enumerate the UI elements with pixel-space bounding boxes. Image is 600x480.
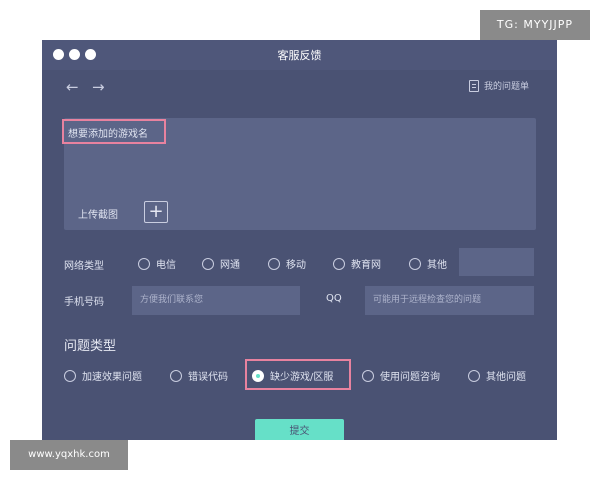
radio-icon (170, 369, 182, 382)
radio-icon (202, 257, 214, 270)
radio-selected-icon (252, 369, 264, 382)
issue-option-error-code[interactable]: 错误代码 (170, 368, 228, 383)
radio-icon (333, 257, 345, 270)
add-screenshot-button[interactable]: + (144, 201, 168, 223)
title-bar: 客服反馈 (42, 40, 557, 70)
my-issues-label: 我的问题单 (483, 82, 529, 92)
qq-label: QQ (326, 293, 342, 304)
phone-label: 手机号码 (64, 297, 104, 308)
issue-type-heading: 问题类型 (64, 339, 117, 354)
radio-icon (468, 369, 480, 382)
phone-input[interactable]: 方便我们联系您 (132, 286, 300, 315)
forward-arrow-icon[interactable]: → (92, 78, 105, 96)
network-option-education[interactable]: 教育网 (333, 256, 381, 271)
issue-option-usage[interactable]: 使用问题咨询 (362, 368, 440, 383)
radio-icon (362, 369, 374, 382)
network-option-other[interactable]: 其他 (409, 256, 447, 271)
network-option-mobile[interactable]: 移动 (268, 256, 306, 271)
network-type-label: 网络类型 (64, 261, 104, 272)
issue-option-other[interactable]: 其他问题 (468, 368, 526, 383)
network-option-telecom[interactable]: 电信 (138, 256, 176, 271)
radio-icon (64, 369, 76, 382)
radio-icon (409, 257, 421, 270)
watermark-top: TG: MYYJJPP (480, 10, 590, 40)
network-option-netcom[interactable]: 网通 (202, 256, 240, 271)
network-other-input[interactable] (459, 248, 534, 276)
watermark-bottom: www.yqxhk.com (10, 440, 128, 470)
feedback-window: 客服反馈 ← → 我的问题单 想要添加的游戏名 上传截图 + 网络类型 电信 网… (42, 40, 557, 440)
back-arrow-icon[interactable]: ← (66, 78, 79, 96)
my-issues-link[interactable]: 我的问题单 (468, 79, 529, 92)
game-name-placeholder[interactable]: 想要添加的游戏名 (68, 125, 148, 140)
issue-option-acceleration[interactable]: 加速效果问题 (64, 368, 142, 383)
submit-button[interactable]: 提交 (255, 419, 344, 440)
upload-screenshot-label: 上传截图 (78, 210, 118, 221)
clipboard-icon (468, 79, 479, 92)
radio-icon (138, 257, 150, 270)
window-title: 客服反馈 (277, 49, 322, 62)
radio-icon (268, 257, 280, 270)
qq-input[interactable]: 可能用于远程检查您的问题 (365, 286, 534, 315)
issue-option-missing-game[interactable]: 缺少游戏/区服 (252, 368, 333, 383)
plus-icon: + (148, 201, 164, 222)
